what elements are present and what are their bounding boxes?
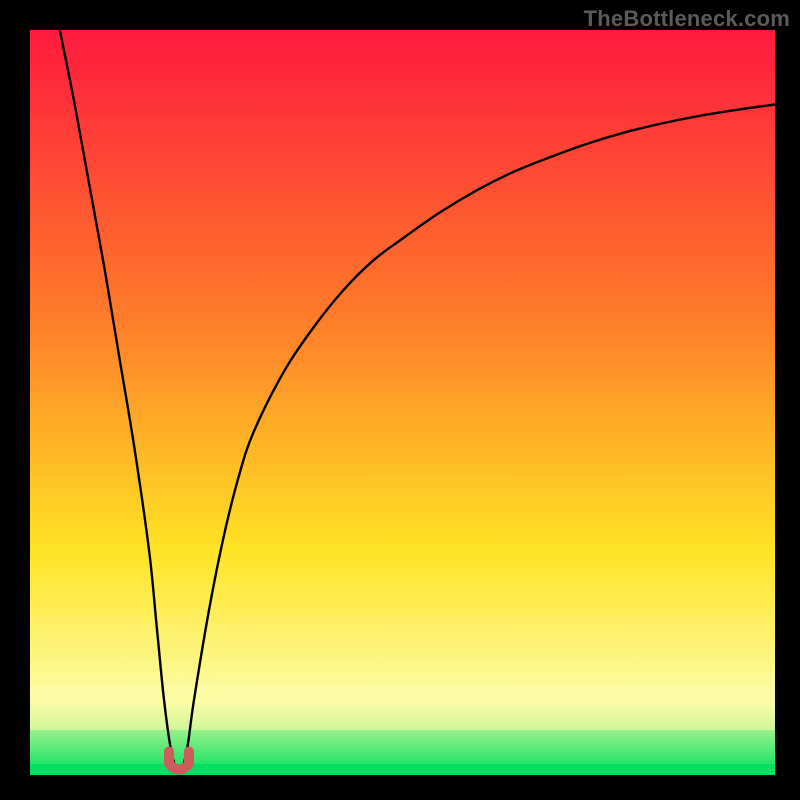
- green-baseline: [30, 764, 775, 775]
- highlight-band: [30, 682, 775, 730]
- gradient-background: [30, 30, 775, 775]
- plot-area: [30, 30, 775, 775]
- chart-svg: [30, 30, 775, 775]
- watermark-text: TheBottleneck.com: [584, 6, 790, 32]
- chart-frame: TheBottleneck.com: [0, 0, 800, 800]
